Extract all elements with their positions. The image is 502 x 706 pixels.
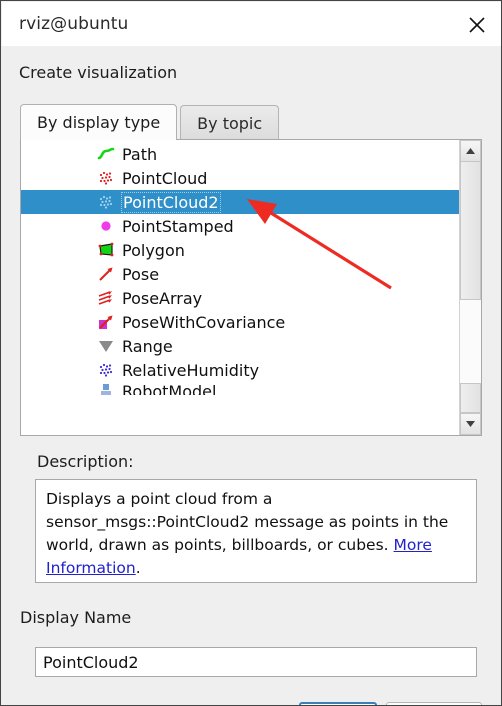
list-item-pose[interactable]: Pose [21,262,459,286]
polygon-icon [98,242,114,257]
list-item-relativehumidity[interactable]: RelativeHumidity [21,358,459,382]
ok-button[interactable]: OK [299,702,377,705]
tab-strip: By display type By topic [20,104,482,140]
list-item-label: PointStamped [122,216,234,236]
scroll-down-arrow-icon[interactable] [460,413,481,435]
list-item-range[interactable]: Range [21,334,459,358]
robotmodel-icon [101,384,111,395]
list-item-label: PointCloud [122,168,208,188]
pointcloud2-icon [99,195,113,209]
description-text: Displays a point cloud from a sensor_msg… [46,490,449,554]
description-text-end: . [135,559,141,577]
list-item-label: PoseArray [122,288,203,308]
display-name-label: Display Name [20,608,132,627]
description-label: Description: [37,452,134,471]
tab-by-topic[interactable]: By topic [180,105,280,140]
list-item-label: RelativeHumidity [122,360,260,380]
tab-by-display-type[interactable]: By display type [20,104,178,140]
dialog-body: Create visualization By display type By … [2,46,501,705]
close-icon[interactable] [462,10,492,40]
list-item-label: RobotModel [122,382,217,395]
list-item-label: Path [122,144,158,164]
window-title: rviz@ubuntu [19,14,129,34]
list-scrollbar[interactable] [459,140,481,435]
list-item-label: PoseWithCovariance [122,312,286,332]
relativehumidity-icon [99,363,113,377]
scroll-up-arrow-icon[interactable] [460,140,481,162]
display-type-list-inner: Path PointCloud PointCloud2 PointStamped… [21,140,459,435]
range-icon [99,341,113,352]
list-item-robotmodel[interactable]: RobotModel [21,382,459,395]
list-item-posewithcovariance[interactable]: PoseWithCovariance [21,310,459,334]
pointcloud-icon [99,171,113,185]
posewithcovariance-icon [99,315,113,329]
path-icon [97,147,115,160]
list-item-pointcloud2[interactable]: PointCloud2 [21,190,459,214]
list-item-pointstamped[interactable]: PointStamped [21,214,459,238]
list-item-pointcloud[interactable]: PointCloud [21,166,459,190]
list-item-label: Polygon [122,240,185,260]
description-box: Displays a point cloud from a sensor_msg… [35,479,477,583]
title-bar: rviz@ubuntu [2,2,501,46]
scrollbar-thumb[interactable] [460,140,481,300]
list-item-label: Pose [122,264,160,284]
list-item-posearray[interactable]: PoseArray [21,286,459,310]
display-type-list[interactable]: Path PointCloud PointCloud2 PointStamped… [20,139,482,436]
pose-icon [99,267,113,281]
display-name-input[interactable] [35,647,477,677]
dialog-window: rviz@ubuntu Create visualization By disp… [0,0,502,706]
list-item-path[interactable]: Path [21,142,459,166]
group-title: Create visualization [19,63,178,82]
list-item-label: Range [122,336,173,356]
list-item-polygon[interactable]: Polygon [21,238,459,262]
posearray-icon [98,291,112,305]
scrollbar-lower-segment[interactable] [460,383,481,413]
list-item-label: PointCloud2 [121,191,221,213]
pointstamped-icon [101,221,111,231]
tab-by-display-type-label: By display type [37,113,161,132]
tab-by-topic-label: By topic [197,113,263,133]
cancel-button[interactable]: Cancel [386,702,482,705]
